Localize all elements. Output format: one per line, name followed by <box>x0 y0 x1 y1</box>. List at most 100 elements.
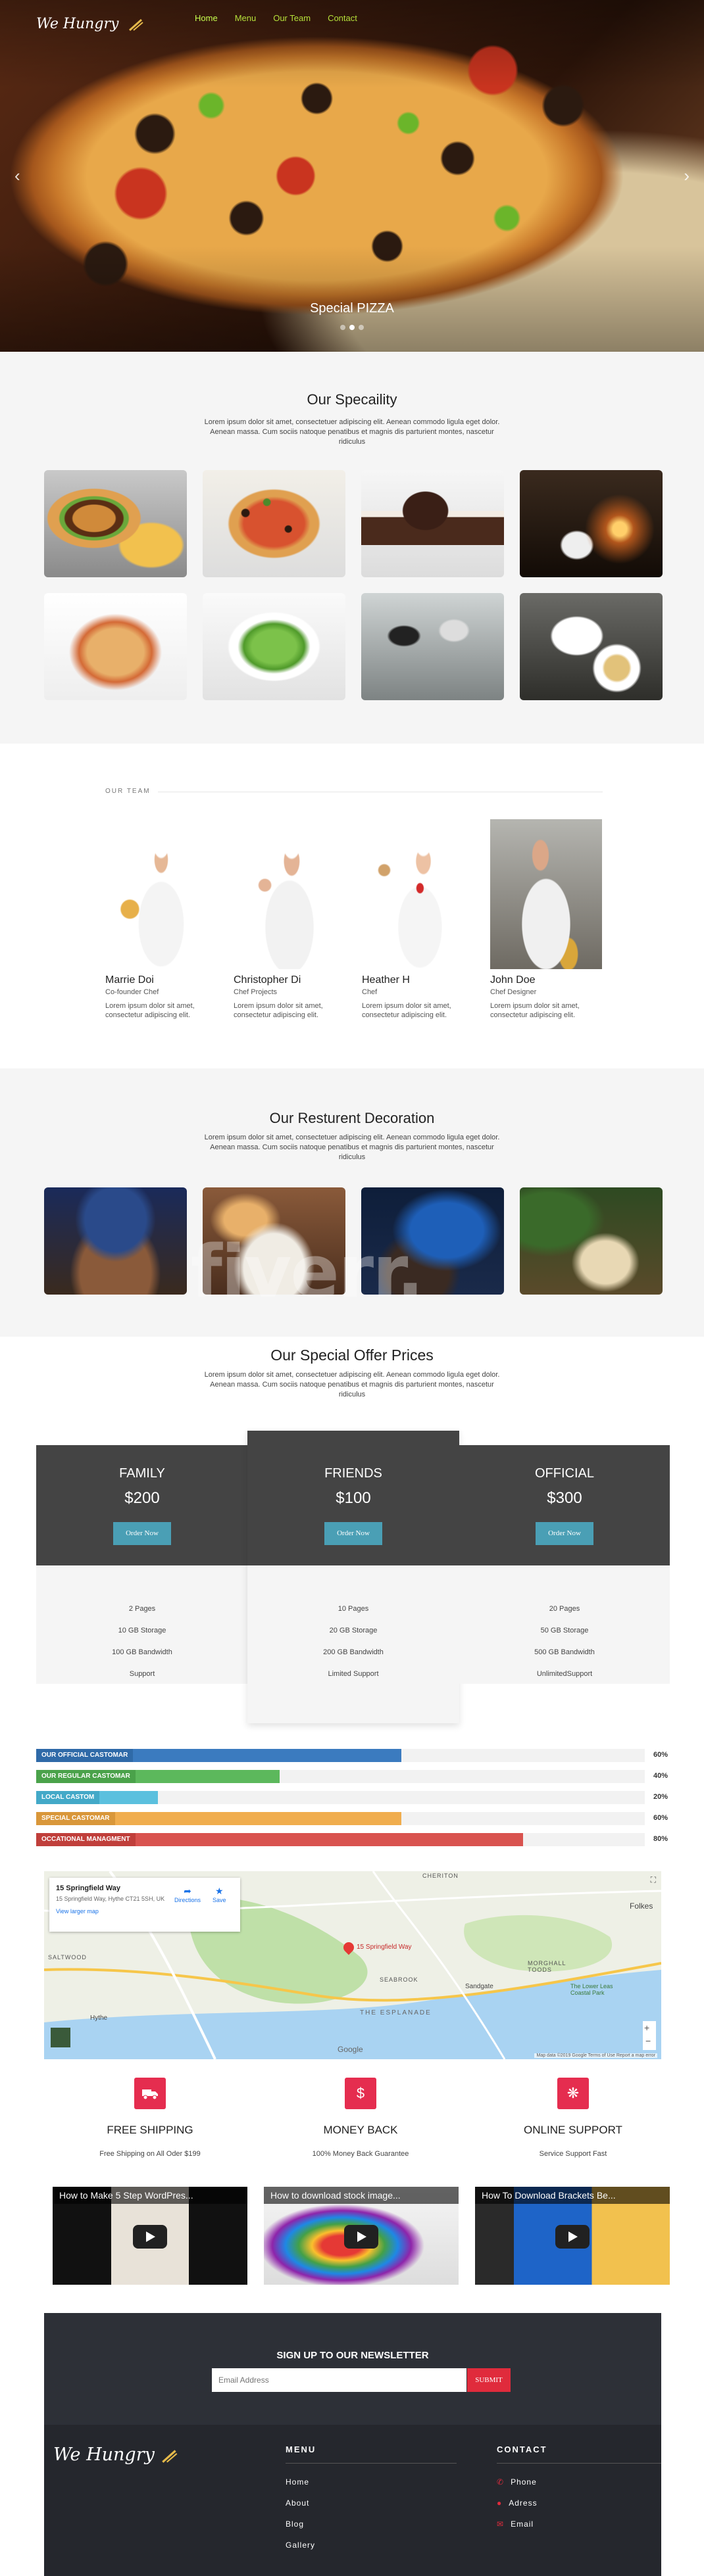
footer-link-home[interactable]: Home <box>286 2477 309 2487</box>
feature-free-shipping: FREE SHIPPING Free Shipping on All Oder … <box>71 2078 229 2158</box>
speciality-description: Lorem ipsum dolor sit amet, consectetuer… <box>204 418 500 446</box>
feature-description: 100% Money Back Guarantee <box>312 2150 409 2158</box>
video-embed[interactable]: How to download stock image... <box>264 2187 459 2285</box>
phone-icon: ✆ <box>497 2477 505 2487</box>
video-embed[interactable]: How To Download Brackets Be... <box>475 2187 670 2285</box>
play-icon[interactable] <box>344 2225 378 2249</box>
member-role: Co-founder Chef <box>105 988 159 996</box>
nav-contact[interactable]: Contact <box>328 13 357 23</box>
salad-image[interactable] <box>203 593 345 700</box>
map-place-title: 15 Springfield Way <box>56 1884 121 1892</box>
plan-name: FAMILY <box>119 1466 165 1481</box>
plan-price: $100 <box>336 1489 371 1507</box>
newsletter-email-input[interactable] <box>212 2368 466 2392</box>
order-now-button[interactable]: Order Now <box>113 1522 171 1545</box>
save-place-button[interactable]: ★ Save <box>213 1886 226 1903</box>
plan-header: FRIENDS $100 Order Now <box>247 1431 459 1565</box>
footer-link-about[interactable]: About <box>286 2498 309 2508</box>
map-label: Sandgate <box>465 1983 493 1990</box>
nav-menu[interactable]: Menu <box>235 13 257 23</box>
plan-features: 2 Pages 10 GB Storage 100 GB Bandwidth S… <box>36 1565 248 1684</box>
directions-button[interactable]: ➦ Directions <box>174 1886 201 1903</box>
hero-slider: We Hungry Home Menu Our Team Contact ‹ ›… <box>0 0 704 352</box>
plan-name: FRIENDS <box>324 1466 382 1481</box>
chevron-left-icon[interactable]: ‹ <box>14 166 20 186</box>
pizza-image[interactable] <box>203 470 345 577</box>
team-member: Heather H Chef Lorem ipsum dolor sit ame… <box>362 819 474 1020</box>
stat-bar-percent: 60% <box>653 1814 668 1822</box>
team-member: John Doe Chef Designer Lorem ipsum dolor… <box>490 819 602 1020</box>
plan-price: $200 <box>124 1489 160 1507</box>
restaurant-candle-image[interactable] <box>520 470 663 577</box>
map-label: SALTWOOD <box>48 1954 87 1961</box>
plan-feature: 50 GB Storage <box>540 1627 589 1634</box>
shrimp-pasta-image[interactable] <box>44 593 187 700</box>
plan-feature: 2 Pages <box>128 1605 156 1613</box>
stat-bar: OUR OFFICIAL CASTOMAR 60% <box>36 1749 668 1762</box>
navbar: We Hungry Home Menu Our Team Contact <box>0 0 704 39</box>
zoom-in-button[interactable]: + <box>644 2022 649 2033</box>
footer-link-blog[interactable]: Blog <box>286 2519 304 2529</box>
slider-dot[interactable] <box>359 325 364 330</box>
garden-dining-image[interactable] <box>520 1187 663 1295</box>
truck-icon <box>134 2078 166 2109</box>
feature-description: Free Shipping on All Oder $199 <box>99 2150 201 2158</box>
dining-hall-image[interactable] <box>44 1187 187 1295</box>
google-logo: Google <box>338 2045 363 2054</box>
map-label: Folkes <box>630 1901 653 1911</box>
wine-glasses-image[interactable] <box>361 593 504 700</box>
footer-contact-address[interactable]: ● Adress <box>497 2498 538 2508</box>
fork-spoon-icon <box>129 18 144 32</box>
pricing-description: Lorem ipsum dolor sit amet, consectetuer… <box>204 1371 500 1398</box>
member-bio: Lorem ipsum dolor sit amet, consectetur … <box>490 1002 580 1019</box>
plan-feature: 20 Pages <box>549 1605 580 1613</box>
zoom-out-button[interactable]: − <box>645 2036 651 2046</box>
map-place-address: 15 Springfield Way, Hythe CT21 5SH, UK <box>56 1896 165 1902</box>
burger-image[interactable] <box>44 470 187 577</box>
chef-photo <box>234 819 345 969</box>
plan-features: 10 Pages 20 GB Storage 200 GB Bandwidth … <box>247 1565 459 1723</box>
member-role: Chef Designer <box>490 988 537 996</box>
member-bio: Lorem ipsum dolor sit amet, consectetur … <box>234 1002 323 1019</box>
dollar-icon: $ <box>345 2078 376 2109</box>
fullscreen-icon[interactable]: ⛶ <box>651 1875 656 1885</box>
decoration-title: Our Resturent Decoration <box>269 1110 435 1126</box>
feature-money-back: $ MONEY BACK 100% Money Back Guarantee <box>282 2078 440 2158</box>
plan-name: OFFICIAL <box>534 1466 594 1481</box>
plan-feature: Limited Support <box>328 1670 379 1678</box>
order-now-button[interactable]: Order Now <box>324 1522 382 1545</box>
nav-our-team[interactable]: Our Team <box>273 13 311 23</box>
footer-link-gallery[interactable]: Gallery <box>286 2540 315 2550</box>
fork-spoon-icon <box>162 2449 178 2463</box>
footer-logo[interactable]: We Hungry <box>53 2445 180 2465</box>
view-larger-map-link[interactable]: View larger map <box>56 1908 234 1915</box>
feature-description: Service Support Fast <box>539 2150 607 2158</box>
site-logo[interactable]: We Hungry <box>36 16 145 32</box>
play-icon[interactable] <box>133 2225 167 2249</box>
slide-caption: Special PIZZA <box>310 301 394 316</box>
coffee-dessert-image[interactable] <box>520 593 663 700</box>
map-attribution[interactable]: Map data ©2019 Google Terms of Use Repor… <box>534 2053 657 2058</box>
stat-bar: LOCAL CASTOM 20% <box>36 1791 668 1804</box>
member-name: Christopher Di <box>234 974 301 986</box>
slider-dot-active[interactable] <box>349 325 355 330</box>
chevron-right-icon[interactable]: › <box>684 166 690 186</box>
map-label: Hythe <box>90 2015 108 2022</box>
newsletter-submit-button[interactable]: SUBMIT <box>467 2368 511 2392</box>
google-map[interactable]: 15 Springfield Way 15 Springfield Way, H… <box>44 1871 661 2059</box>
video-title: How To Download Brackets Be... <box>475 2187 670 2204</box>
slider-dot[interactable] <box>340 325 345 330</box>
play-icon[interactable] <box>555 2225 590 2249</box>
speciality-title: Our Specaility <box>307 391 397 408</box>
map-pin-label: 15 Springfield Way <box>357 1944 412 1951</box>
video-embed[interactable]: How to Make 5 Step WordPres... <box>53 2187 247 2285</box>
footer-contact-phone[interactable]: ✆ Phone <box>497 2477 537 2487</box>
member-name: John Doe <box>490 974 536 986</box>
cake-image[interactable] <box>361 470 504 577</box>
nav-home[interactable]: Home <box>195 13 218 23</box>
footer-contact-email[interactable]: ✉ Email <box>497 2519 534 2529</box>
plan-feature: Support <box>129 1670 155 1678</box>
slider-dots <box>0 325 704 330</box>
star-icon: ★ <box>214 1886 224 1896</box>
order-now-button[interactable]: Order Now <box>536 1522 593 1545</box>
